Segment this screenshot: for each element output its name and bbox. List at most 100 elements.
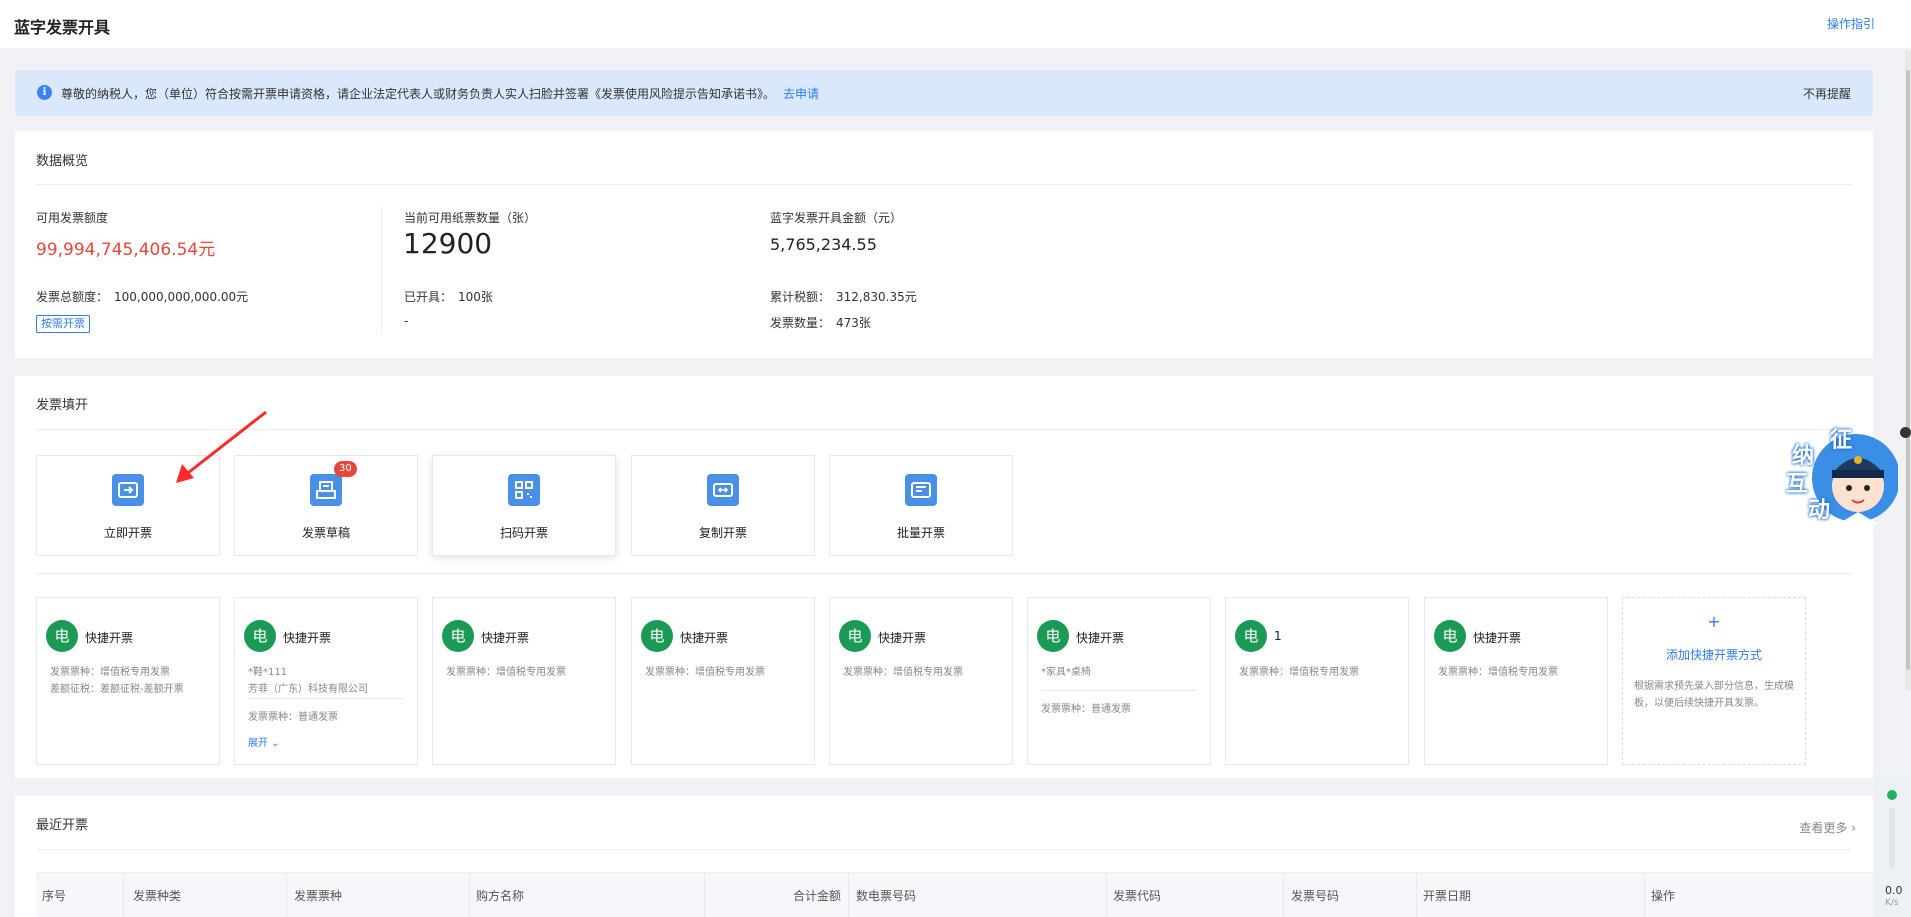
total-quota-label: 发票总额度： xyxy=(36,290,109,304)
quick-card-title: 快捷开票 xyxy=(481,631,530,645)
notice-text: 尊敬的纳税人，您（单位）符合按需开票申请资格，请企业法定代表人或财务负责人实人扫… xyxy=(61,85,819,102)
quick-card-3[interactable]: 电 快捷开票 发票票种：增值税专用发票 xyxy=(432,597,616,765)
column-separator xyxy=(1644,873,1645,917)
speed-value: 0.0 xyxy=(1885,884,1903,897)
assistant-char: 征 xyxy=(1830,428,1853,453)
tax-value: 312,830.35元 xyxy=(836,290,917,304)
quick-card-title: 1 xyxy=(1274,629,1282,643)
electronic-badge: 电 xyxy=(1235,620,1267,652)
page-title: 蓝字发票开具 xyxy=(14,18,111,37)
chevron-right-icon: › xyxy=(1851,821,1856,835)
column-header: 开票日期 xyxy=(1423,889,1472,903)
column-divider xyxy=(381,207,382,333)
quick-card-title: 快捷开票 xyxy=(680,631,729,645)
tile-copy[interactable]: 复制开票 xyxy=(631,455,815,556)
speed-unit: K/s xyxy=(1885,898,1899,908)
fill-title: 发票填开 xyxy=(36,398,89,413)
chevron-down-icon: ⌄ xyxy=(271,738,280,749)
recent-title: 最近开票 xyxy=(36,818,89,833)
collapse-icon[interactable] xyxy=(1900,427,1911,438)
quick-card-1[interactable]: 电 快捷开票 发票票种：增值税专用发票 差额征税：差额征税-差额开票 xyxy=(36,597,220,765)
notice-banner: i 尊敬的纳税人，您（单位）符合按需开票申请资格，请企业法定代表人或财务负责人实… xyxy=(15,70,1873,116)
issue-now-icon xyxy=(112,474,144,506)
quick-card-type: 发票票种：增值税专用发票 xyxy=(446,667,566,678)
tile-scan[interactable]: 扫码开票 xyxy=(432,455,616,556)
column-separator xyxy=(123,873,124,917)
tile-label: 复制开票 xyxy=(698,526,747,540)
plus-icon: + xyxy=(1707,612,1721,631)
status-dot-icon xyxy=(1887,790,1897,800)
tax-label: 累计税额： xyxy=(770,290,831,304)
qr-code-icon xyxy=(508,474,540,506)
quick-card-6[interactable]: 电 快捷开票 *家具*桌椅 发票票种：普通发票 xyxy=(1027,597,1211,765)
column-separator xyxy=(1416,873,1417,917)
divider xyxy=(36,573,1852,574)
quick-card-title: 快捷开票 xyxy=(878,631,927,645)
divider xyxy=(36,184,1852,185)
column-separator xyxy=(1283,873,1284,917)
overview-card: 数据概览 可用发票额度 99,994,745,406.54元 发票总额度： 100… xyxy=(15,131,1873,358)
view-more-label: 查看更多 xyxy=(1799,821,1848,835)
quick-card-7[interactable]: 电 1 发票票种：增值税专用发票 xyxy=(1225,597,1409,765)
quick-card-tax: 差额征税：差额征税-差额开票 xyxy=(50,684,184,695)
overview-title: 数据概览 xyxy=(36,154,89,169)
quick-card-type: 发票票种：增值税专用发票 xyxy=(1438,667,1558,678)
network-speed-widget: 0.0 K/s xyxy=(1873,776,1911,917)
issued-value: 100张 xyxy=(458,290,493,304)
quick-card-5[interactable]: 电 快捷开票 发票票种：增值税专用发票 xyxy=(829,597,1013,765)
quota-label: 可用发票额度 xyxy=(36,211,109,225)
quick-card-4[interactable]: 电 快捷开票 发票票种：增值税专用发票 xyxy=(631,597,815,765)
count-value: 473张 xyxy=(836,316,871,330)
draft-icon xyxy=(310,474,342,506)
view-more-link[interactable]: 查看更多 › xyxy=(1799,819,1856,836)
issued-label: 已开具： xyxy=(404,290,453,304)
column-separator xyxy=(704,873,705,917)
electronic-badge: 电 xyxy=(244,620,276,652)
quick-card-item: *家具*桌椅 xyxy=(1041,667,1091,678)
quick-card-type: 发票票种：普通发票 xyxy=(248,712,338,723)
on-demand-button[interactable]: 按需开票 xyxy=(36,315,90,333)
expand-label: 展开 xyxy=(248,738,268,749)
tile-label: 发票草稿 xyxy=(301,526,350,540)
add-quick-invoice-card[interactable]: + 添加快捷开票方式 根据需求预先录入部分信息，生成模板，以便后续快捷开具发票。 xyxy=(1622,597,1806,765)
column-header: 数电票号码 xyxy=(856,889,917,903)
assistant-char: 互 xyxy=(1786,472,1809,497)
table-header: 序号 发票种类 发票票种 购方名称 合计金额 数电票号码 发票代码 发票号码 开… xyxy=(36,872,1873,917)
expand-link[interactable]: 展开 ⌄ xyxy=(248,734,280,749)
count-label: 发票数量： xyxy=(770,316,831,330)
quick-card-type: 发票票种：增值税专用发票 xyxy=(50,667,170,678)
electronic-badge: 电 xyxy=(839,620,871,652)
quick-card-type: 发票票种：增值税专用发票 xyxy=(645,667,765,678)
electronic-badge: 电 xyxy=(1037,620,1069,652)
add-quick-desc: 根据需求预先录入部分信息，生成模板，以便后续快捷开具发票。 xyxy=(1634,681,1794,709)
tile-batch[interactable]: 批量开票 xyxy=(829,455,1013,556)
quota-value: 99,994,745,406.54元 xyxy=(36,240,216,260)
total-quota-value: 100,000,000,000.00元 xyxy=(114,290,249,304)
electronic-badge: 电 xyxy=(46,620,78,652)
divider xyxy=(36,849,1852,850)
invoice-count: 发票数量： 473张 xyxy=(770,314,871,331)
divider xyxy=(1041,690,1197,691)
scrollbar-thumb[interactable] xyxy=(1906,70,1910,670)
quick-card-title: 快捷开票 xyxy=(85,631,134,645)
column-separator xyxy=(469,873,470,917)
column-separator xyxy=(1106,873,1107,917)
issued-count: 已开具： 100张 xyxy=(404,288,493,305)
quick-card-title: 快捷开票 xyxy=(1076,631,1125,645)
quick-card-8[interactable]: 电 快捷开票 发票票种：增值税专用发票 xyxy=(1424,597,1608,765)
apply-link[interactable]: 去申请 xyxy=(783,87,819,101)
operation-guide-link[interactable]: 操作指引 xyxy=(1827,15,1875,32)
red-arrow-annotation xyxy=(176,410,267,483)
quick-card-2[interactable]: 电 快捷开票 *鞋*111 芳菲（广东）科技有限公司 发票票种：普通发票 展开 … xyxy=(234,597,418,765)
tax-assistant-widget[interactable]: 征 纳 互 动 xyxy=(1786,420,1900,532)
draft-count-badge: 30 xyxy=(334,461,357,477)
add-quick-title: 添加快捷开票方式 xyxy=(1665,648,1762,662)
divider xyxy=(36,429,1852,430)
assistant-char: 动 xyxy=(1808,498,1831,523)
divider xyxy=(248,698,404,699)
column-header: 发票种类 xyxy=(133,889,182,903)
column-header: 发票票种 xyxy=(294,889,343,903)
column-header: 合计金额 xyxy=(793,889,842,903)
dismiss-button[interactable]: 不再提醒 xyxy=(1803,85,1851,102)
tile-label: 批量开票 xyxy=(896,526,945,540)
